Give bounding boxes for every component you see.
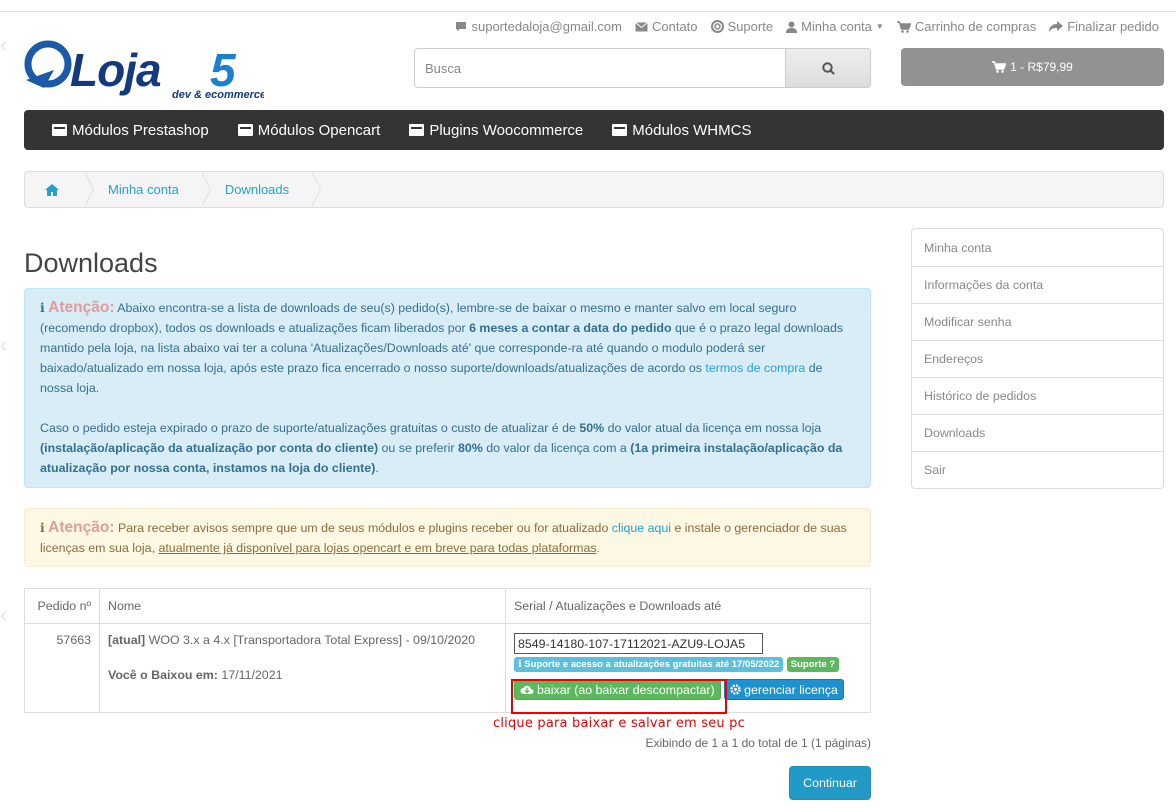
sidebar-item-logout[interactable]: Sair [912, 451, 1163, 488]
info-icon: i [40, 300, 45, 315]
page-title: Downloads [24, 248, 158, 278]
caret-down-icon: ▼ [875, 22, 884, 31]
column-header-order: Pedido nº [24, 588, 100, 624]
envelope-icon [635, 21, 648, 31]
downloads-table: Pedido nº Nome Serial / Atualizações e D… [24, 588, 871, 713]
checkout-link[interactable]: Finalizar pedido [1049, 19, 1159, 34]
table-row: 57663 [atual] WOO 3.x a 4.x [Transportad… [24, 623, 871, 713]
cart-icon [992, 61, 1007, 73]
sidebar-item-password[interactable]: Modificar senha [912, 303, 1163, 340]
sidebar-item-account-info[interactable]: Informações da conta [912, 266, 1163, 303]
download-date: Você o Baixou em: 17/11/2021 [108, 668, 283, 682]
support-badge[interactable]: Suporte ? [786, 657, 840, 672]
info-icon: ℹ [518, 659, 522, 670]
availability-link[interactable]: atualmente já disponível para lojas open… [158, 541, 596, 555]
breadcrumb: Minha conta Downloads [24, 171, 1164, 208]
warning-alert: i Atenção: Para receber avisos sempre qu… [24, 508, 871, 567]
background-chevron-icon: ‹ [0, 332, 8, 357]
download-hint: clique para baixar e salvar em seu pc [493, 716, 745, 731]
lifebuoy-icon [710, 20, 724, 33]
info-alert-paragraph: Caso o pedido esteja expirado o prazo de… [40, 421, 843, 475]
pagination-info: Exibindo de 1 a 1 do total de 1 (1 págin… [645, 736, 872, 750]
product-name: [atual] WOO 3.x a 4.x [Transportadora To… [108, 633, 476, 647]
main-menu: Módulos Prestashop Módulos Opencart Plug… [24, 110, 1164, 150]
svg-text:Loja: Loja [70, 44, 161, 96]
breadcrumb-downloads[interactable]: Downloads [202, 172, 322, 207]
share-icon [1049, 21, 1064, 32]
cart-icon [896, 20, 911, 33]
background-chevron-icon: ‹ [0, 602, 8, 627]
manage-license-button[interactable]: gerenciar licença [724, 679, 844, 700]
sidebar-item-account[interactable]: Minha conta [912, 229, 1163, 266]
search-icon [821, 61, 835, 75]
woocommerce-icon [409, 124, 425, 136]
store-logo[interactable]: Loja 5 dev & ecommerce [24, 36, 266, 102]
menu-item-woocommerce[interactable]: Plugins Woocommerce [409, 122, 583, 139]
menu-item-whmcs[interactable]: Módulos WHMCS [612, 122, 751, 139]
info-alert-paragraph: i Atenção: Abaixo encontra-se a lista de… [40, 299, 844, 395]
account-sidebar: Minha conta Informações da conta Modific… [911, 228, 1164, 489]
svg-text:dev & ecommerce: dev & ecommerce [172, 89, 264, 101]
info-icon: i [40, 520, 45, 535]
question-icon: ? [829, 659, 836, 670]
home-icon [45, 183, 59, 196]
breadcrumb-home[interactable] [25, 172, 94, 207]
opencart-icon [237, 124, 253, 136]
support-link[interactable]: Suporte [710, 19, 773, 34]
search-button[interactable] [786, 48, 871, 88]
comment-icon [456, 22, 467, 31]
info-alert: i Atenção: Abaixo encontra-se a lista de… [24, 288, 871, 488]
click-here-link[interactable]: clique aqui [612, 521, 671, 535]
top-links: suportedaloja@gmail.com Contato Suporte … [442, 19, 1159, 34]
account-dropdown[interactable]: Minha conta ▼ [786, 19, 884, 34]
email-link[interactable]: suportedaloja@gmail.com [455, 19, 622, 34]
prestashop-icon [52, 124, 67, 136]
contact-link[interactable]: Contato [635, 19, 698, 34]
order-number: 57663 [24, 623, 100, 713]
column-header-name: Nome [99, 588, 506, 624]
search-input[interactable] [414, 48, 786, 88]
breadcrumb-account[interactable]: Minha conta [85, 172, 211, 207]
download-highlight-box [511, 679, 727, 714]
menu-item-prestashop[interactable]: Módulos Prestashop [52, 122, 209, 139]
cart-total-button[interactable]: 1 - R$79,99 [901, 48, 1164, 86]
column-header-serial: Serial / Atualizações e Downloads até [505, 588, 871, 624]
background-chevron-icon: ‹ [0, 32, 8, 57]
sidebar-item-order-history[interactable]: Histórico de pedidos [912, 377, 1163, 414]
support-period-label: ℹ Suporte e acesso a atualizações gratui… [514, 657, 784, 672]
continue-button[interactable]: Continuar [789, 766, 871, 800]
menu-item-opencart[interactable]: Módulos Opencart [237, 122, 380, 139]
cart-link[interactable]: Carrinho de compras [896, 19, 1036, 34]
gear-icon [730, 684, 741, 695]
serial-field[interactable] [514, 633, 763, 654]
product-cell: [atual] WOO 3.x a 4.x [Transportadora To… [99, 623, 506, 713]
user-icon [786, 21, 798, 33]
sidebar-item-addresses[interactable]: Endereços [912, 340, 1163, 377]
whmcs-icon [612, 124, 628, 136]
top-strip [0, 0, 1176, 12]
sidebar-item-downloads[interactable]: Downloads [912, 414, 1163, 451]
search-bar [414, 48, 871, 88]
terms-link[interactable]: termos de compra [705, 361, 805, 375]
